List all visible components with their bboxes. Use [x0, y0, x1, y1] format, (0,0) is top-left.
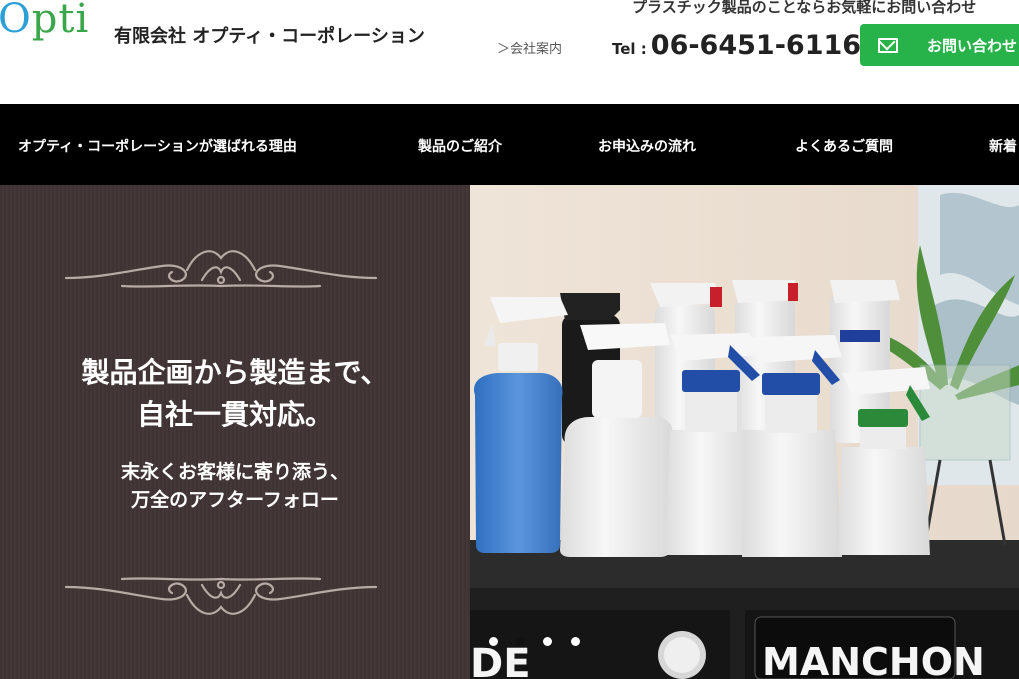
main-nav: オプティ・コーポレーションが選ばれる理由 製品のご紹介 お申込みの流れ よくある… — [0, 104, 1019, 185]
hero-headline-2: 自社一貫対応。 — [136, 398, 333, 431]
ornament-top-icon — [64, 250, 378, 288]
slider-dot-1[interactable] — [489, 637, 498, 646]
opti-logo[interactable]: Opti — [0, 0, 89, 42]
header-tagline: プラスチック製品のことならお気軽にお問い合わせ — [632, 0, 977, 16]
hero-text-panel: 製品企画から製造まで、 自社一貫対応。 末永くお客様に寄り添う、 万全のアフター… — [0, 185, 470, 679]
ornament-bottom-icon — [64, 577, 378, 615]
slider-dot-4[interactable] — [571, 637, 580, 646]
contact-button[interactable]: お問い合わせ — [860, 24, 1019, 66]
hero-photo: DE MANCHON — [470, 185, 1019, 679]
mail-icon — [878, 38, 898, 53]
spray-bottles-illustration: DE MANCHON — [470, 185, 1019, 679]
sign-right-text: MANCHON — [762, 640, 985, 679]
slider-dot-3[interactable] — [543, 637, 552, 646]
nav-item-reasons[interactable]: オプティ・コーポレーションが選ばれる理由 — [18, 136, 297, 156]
hero-subline-1: 末永くお客様に寄り添う、 — [120, 461, 349, 483]
nav-item-products[interactable]: 製品のご紹介 — [418, 136, 502, 156]
tel-label: Tel : — [612, 40, 647, 58]
slider-dot-2-active[interactable] — [516, 637, 525, 646]
nav-item-faq[interactable]: よくあるご質問 — [795, 136, 893, 156]
hero-headline-1: 製品企画から製造まで、 — [81, 356, 389, 389]
company-name: 有限会社 オプティ・コーポレーション — [114, 26, 425, 47]
sign-left-text: DE — [470, 641, 531, 679]
phone-number[interactable]: Tel :06-6451-6116 — [612, 30, 861, 61]
hero-subline-2: 万全のアフターフォロー — [131, 489, 339, 511]
nav-item-order-flow[interactable]: お申込みの流れ — [598, 136, 696, 156]
tel-number: 06-6451-6116 — [650, 30, 862, 61]
site-header: Opti 有限会社 オプティ・コーポレーション ＞会社案内 プラスチック製品のこ… — [0, 0, 1019, 104]
company-info-link[interactable]: ＞会社案内 — [497, 38, 562, 57]
nav-item-news[interactable]: 新着 — [989, 136, 1017, 156]
contact-button-label: お問い合わせ — [927, 37, 1018, 55]
